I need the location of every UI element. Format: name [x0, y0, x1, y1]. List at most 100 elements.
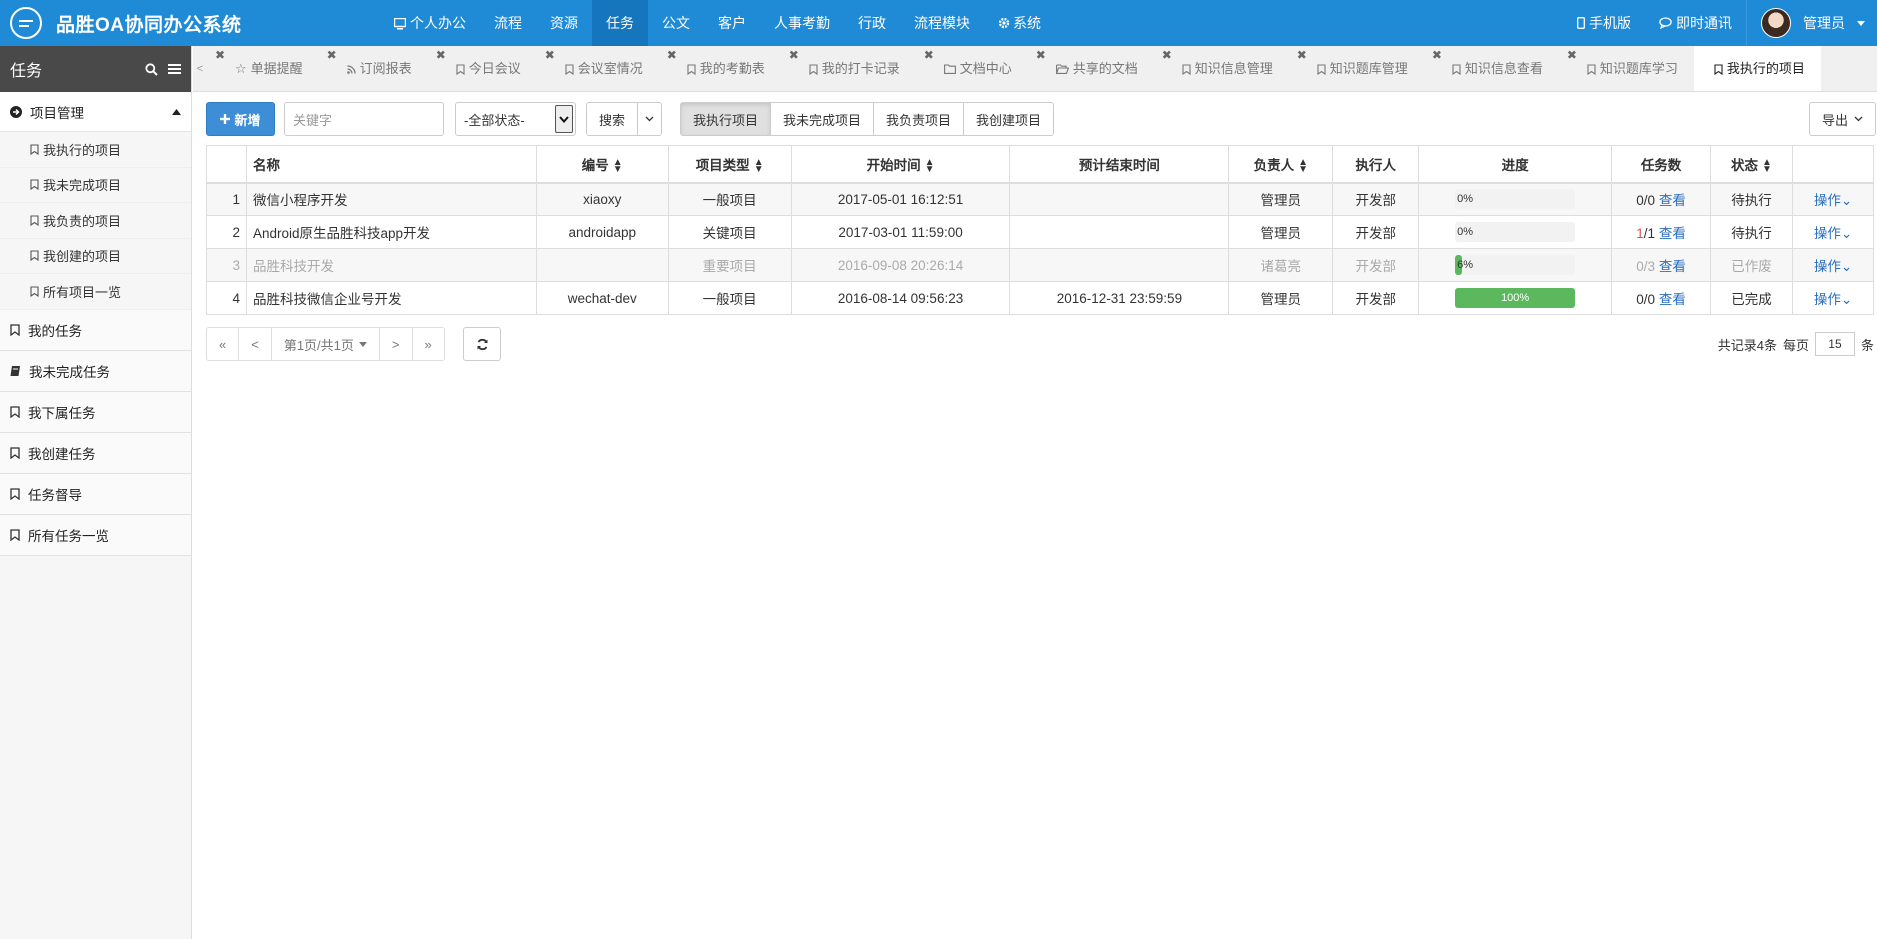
view-link[interactable]: 查看 — [1659, 259, 1686, 274]
sidebar-item-my-unfinished-tasks[interactable]: 我未完成任务 — [0, 350, 191, 392]
nav-system[interactable]: 系统 — [984, 0, 1055, 46]
tab-my-executed-projects[interactable]: 我执行的项目 — [1693, 46, 1821, 91]
actions-dropdown[interactable]: 操作⌄ — [1814, 193, 1852, 208]
keyword-input[interactable]: 关键字 — [284, 102, 444, 136]
close-icon[interactable]: ✖ — [436, 48, 446, 62]
sidebar-item-all-projects[interactable]: 所有项目一览 — [0, 274, 191, 310]
menu-icon[interactable] — [168, 63, 181, 75]
brand[interactable]: 品胜OA协同办公系统 — [10, 7, 242, 39]
tab-meeting-rooms[interactable]: ✖ 会议室情况 — [537, 46, 659, 91]
tab-shared-documents[interactable]: ✖ 共享的文档 — [1028, 46, 1154, 91]
view-link[interactable]: 查看 — [1659, 226, 1686, 241]
prev-page-button[interactable]: < — [238, 327, 272, 361]
filter-my-created[interactable]: 我创建项目 — [964, 103, 1054, 135]
next-page-button[interactable]: > — [378, 327, 413, 361]
col-type[interactable]: 项目类型 ▲ ▼ — [667, 145, 792, 184]
view-link[interactable]: 查看 — [1659, 292, 1686, 307]
nav-workflow-module[interactable]: 流程模块 — [900, 0, 984, 46]
sort-icon: ▲ ▼ — [1298, 157, 1308, 176]
tab-bar: < ✖ ☆ 单据提醒 ✖ 订阅报表 ✖ 今日会议 ✖ 会议室情况 ✖ 我的考勤表 ✖ 我的打卡… — [193, 46, 1877, 92]
sidebar-item-my-created-projects[interactable]: 我创建的项目 — [0, 238, 191, 274]
progress-bar: 0% — [1455, 222, 1576, 242]
nav-admin[interactable]: 行政 — [844, 0, 900, 46]
sidebar-item-all-tasks[interactable]: 所有任务一览 — [0, 514, 191, 556]
col-owner[interactable]: 负责人 ▲ ▼ — [1228, 145, 1334, 184]
table-row[interactable]: 3 品胜科技开发 重要项目 2016-09-08 20:26:14 诸葛亮 开发… — [206, 248, 1875, 282]
close-icon[interactable]: ✖ — [667, 48, 677, 62]
im-link[interactable]: 即时通讯 — [1645, 0, 1746, 46]
close-icon[interactable]: ✖ — [1036, 48, 1046, 62]
close-icon[interactable]: ✖ — [1162, 48, 1172, 62]
user-menu[interactable]: 管理员 — [1747, 0, 1877, 46]
tab-my-attendance[interactable]: ✖ 我的考勤表 — [659, 46, 781, 91]
tab-question-bank-learning[interactable]: ✖ 知识题库学习 — [1559, 46, 1694, 91]
project-name[interactable]: 微信小程序开发 — [245, 182, 537, 216]
row-index: 3 — [206, 248, 247, 282]
tab-scroll-left-icon[interactable]: < — [193, 46, 207, 91]
nav-hr-attendance[interactable]: 人事考勤 — [760, 0, 844, 46]
actions-dropdown[interactable]: 操作⌄ — [1814, 259, 1852, 274]
nav-tasks[interactable]: 任务 — [592, 0, 648, 46]
filter-my-unfinished[interactable]: 我未完成项目 — [771, 103, 875, 135]
table-row[interactable]: 4 品胜科技微信企业号开发 wechat-dev 一般项目 2016-08-14… — [206, 281, 1875, 315]
close-icon[interactable]: ✖ — [545, 48, 555, 62]
nav-resources[interactable]: 资源 — [536, 0, 592, 46]
col-code[interactable]: 编号 ▲ ▼ — [535, 145, 669, 184]
close-icon[interactable]: ✖ — [327, 48, 337, 62]
page-select[interactable]: 第1页/共1页 — [270, 327, 380, 361]
search-icon[interactable] — [145, 62, 158, 76]
sidebar-item-created-tasks[interactable]: 我创建任务 — [0, 432, 191, 474]
actions-label: 操作 — [1813, 226, 1841, 241]
first-page-button[interactable]: « — [206, 327, 240, 361]
close-icon[interactable]: ✖ — [1432, 48, 1442, 62]
refresh-button[interactable] — [463, 327, 501, 361]
tab-document-center[interactable]: ✖ 文档中心 — [916, 46, 1028, 91]
project-name[interactable]: Android原生品胜科技app开发 — [245, 215, 537, 249]
nav-workflow[interactable]: 流程 — [480, 0, 536, 46]
new-button[interactable]: 新增 — [206, 102, 275, 136]
tab-today-meetings[interactable]: ✖ 今日会议 — [428, 46, 537, 91]
nav-customers[interactable]: 客户 — [704, 0, 760, 46]
tab-knowledge-info-management[interactable]: ✖ 知识信息管理 — [1154, 46, 1289, 91]
sidebar-item-my-tasks[interactable]: 我的任务 — [0, 309, 191, 351]
bookmark-icon — [687, 63, 696, 75]
close-icon[interactable]: ✖ — [1297, 48, 1307, 62]
sidebar-item-my-unfinished-projects[interactable]: 我未完成项目 — [0, 167, 191, 203]
col-start-time[interactable]: 开始时间 ▲ ▼ — [790, 145, 1011, 184]
project-name[interactable]: 品胜科技开发 — [245, 248, 537, 282]
close-icon[interactable]: ✖ — [789, 48, 799, 62]
col-status[interactable]: 状态 ▲ ▼ — [1710, 145, 1793, 184]
nav-documents[interactable]: 公文 — [648, 0, 704, 46]
mobile-link[interactable]: 手机版 — [1563, 0, 1645, 46]
filter-my-owned[interactable]: 我负责项目 — [874, 103, 965, 135]
tab-knowledge-info-view[interactable]: ✖ 知识信息查看 — [1424, 46, 1559, 91]
actions-dropdown[interactable]: 操作⌄ — [1814, 226, 1852, 241]
table-row[interactable]: 2 Android原生品胜科技app开发 androidapp 关键项目 201… — [206, 215, 1875, 249]
tab-subscribed-reports[interactable]: ✖ 订阅报表 — [319, 46, 428, 91]
page-size-input[interactable]: 15 — [1814, 332, 1855, 356]
close-icon[interactable]: ✖ — [924, 48, 934, 62]
sidebar-item-subordinate-tasks[interactable]: 我下属任务 — [0, 391, 191, 433]
sidebar-item-my-executed-projects[interactable]: 我执行的项目 — [0, 132, 191, 168]
close-icon[interactable]: ✖ — [1567, 48, 1577, 62]
table-row[interactable]: 1 微信小程序开发 xiaoxy 一般项目 2017-05-01 16:12:5… — [206, 182, 1875, 216]
status-select[interactable]: -全部状态- — [455, 102, 576, 136]
filter-my-executed[interactable]: 我执行项目 — [681, 103, 772, 135]
tab-my-checkin[interactable]: ✖ 我的打卡记录 — [781, 46, 916, 91]
view-link[interactable]: 查看 — [1659, 193, 1686, 208]
project-name[interactable]: 品胜科技微信企业号开发 — [245, 281, 537, 315]
close-icon[interactable]: ✖ — [215, 48, 225, 62]
sidebar-group-project-management[interactable]: 项目管理 — [0, 92, 191, 132]
sidebar-item-label: 我未完成任务 — [29, 364, 110, 380]
actions-dropdown[interactable]: 操作⌄ — [1814, 292, 1852, 307]
search-button[interactable]: 搜索 — [587, 103, 639, 135]
tab-bill-reminder[interactable]: ✖ ☆ 单据提醒 — [207, 46, 319, 91]
sidebar-item-task-supervision[interactable]: 任务督导 — [0, 473, 191, 515]
sidebar-item-my-owned-projects[interactable]: 我负责的项目 — [0, 203, 191, 239]
tab-question-bank-management[interactable]: ✖ 知识题库管理 — [1289, 46, 1424, 91]
search-dropdown-toggle[interactable] — [638, 103, 662, 135]
last-page-button[interactable]: » — [411, 327, 445, 361]
nav-personal[interactable]: 个人办公 — [380, 0, 480, 46]
export-button[interactable]: 导出 — [1809, 102, 1876, 136]
bookmark-icon — [1714, 63, 1723, 75]
